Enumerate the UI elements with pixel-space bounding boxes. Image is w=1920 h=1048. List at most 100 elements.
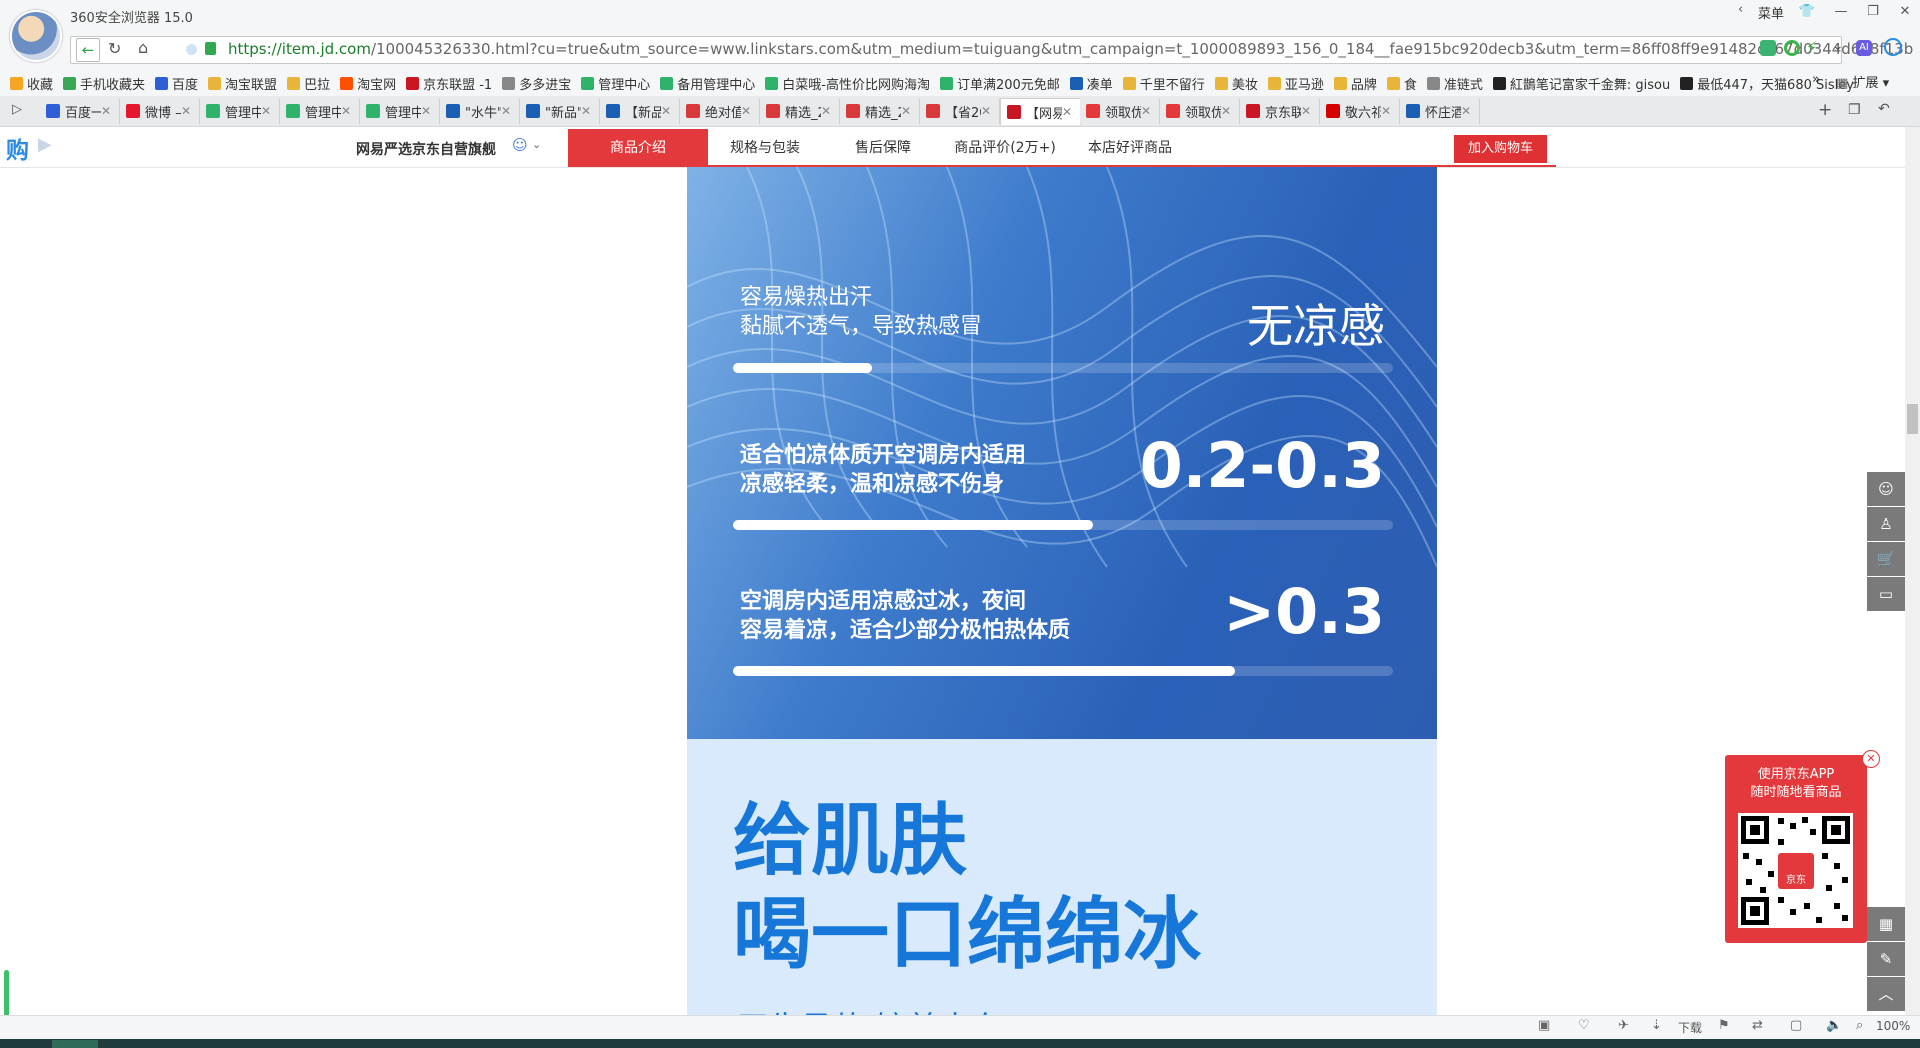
tab-close-icon[interactable]: ✕ [1141, 104, 1155, 118]
sidebar-user-button[interactable]: ♙ [1867, 507, 1905, 541]
shop-dropdown-icon[interactable]: ⌄ [532, 138, 541, 151]
ai-icon[interactable]: AI [1856, 40, 1872, 56]
bookmark-item[interactable]: 订单满200元免邮 [939, 74, 1060, 93]
bookmark-item[interactable]: 亚马逊 [1267, 74, 1324, 93]
bookmark-item[interactable]: 收藏 [10, 74, 53, 93]
download-icon[interactable]: ⇣ [1651, 1018, 1662, 1033]
speedup-icon[interactable] [1784, 40, 1800, 56]
tab-list-icon[interactable]: ▷ [12, 102, 22, 117]
restore-icon[interactable]: ❐ [1860, 2, 1886, 22]
scrollbar-thumb[interactable] [1907, 404, 1918, 434]
tab-close-icon[interactable]: ✕ [981, 104, 995, 118]
skin-icon[interactable]: 👕 [1794, 2, 1820, 22]
page-scrollbar[interactable] [1905, 127, 1920, 1015]
tab-close-icon[interactable]: ✕ [1062, 105, 1076, 119]
screenshot-icon[interactable]: ▣ [1538, 1018, 1550, 1033]
tab-close-icon[interactable]: ✕ [821, 104, 835, 118]
shop-name[interactable]: 网易严选京东自营旗舰 [356, 139, 496, 159]
tab[interactable]: 领取优惠✕ [1080, 98, 1160, 124]
url-text[interactable]: https://item.jd.com/100045326330.html?cu… [228, 40, 1913, 58]
address-dropdown-icon[interactable]: ⌄ [1832, 38, 1844, 54]
minimize-icon[interactable]: — [1828, 2, 1854, 22]
tab-close-icon[interactable]: ✕ [421, 104, 435, 118]
tab[interactable]: 敬六祁门✕ [1320, 98, 1400, 124]
tab-active[interactable]: 【网易严✕ [1000, 98, 1081, 125]
tab[interactable]: "新品"的✕ [520, 98, 600, 124]
home-icon[interactable]: ⌂ [138, 38, 148, 57]
close-promo-icon[interactable]: ✕ [1862, 750, 1880, 768]
tab[interactable]: 领取优惠✕ [1160, 98, 1240, 124]
bookmark-item[interactable]: 淘宝联盟 [208, 74, 277, 93]
tab-close-icon[interactable]: ✕ [101, 104, 115, 118]
tab-close-icon[interactable]: ✕ [901, 104, 915, 118]
bookmark-item[interactable]: 白菜哦-高性价比网购海淘 [765, 74, 930, 93]
heart-icon[interactable]: ♡ [1578, 1018, 1590, 1033]
share-icon[interactable]: ⇄ [1752, 1018, 1763, 1033]
sidebar-feedback-button[interactable]: ✎ [1867, 942, 1905, 976]
play-icon[interactable]: ▶ [38, 134, 52, 155]
jd-logo[interactable]: 购 [6, 131, 29, 165]
bookmark-item[interactable]: 手机收藏夹 [63, 74, 145, 93]
sidebar-qrcode-button[interactable]: ▦ [1867, 907, 1905, 941]
tab[interactable]: 百度一下✕ [40, 98, 120, 124]
tab[interactable]: 【省200✕ [920, 98, 1000, 124]
customer-service-icon[interactable]: ☺ [512, 136, 528, 154]
tab-product-intro[interactable]: 商品介绍 [568, 129, 708, 167]
tab-restore-icon[interactable]: ❐ [1848, 102, 1861, 118]
pin-icon[interactable]: ✈ [1618, 1018, 1629, 1033]
back-arrow-icon[interactable]: ← [76, 38, 100, 62]
tab[interactable]: 精选_24✕ [760, 98, 840, 124]
bookmark-item[interactable]: 紅鵲笔记富家千金舞: gisou [1492, 74, 1670, 93]
undo-close-icon[interactable]: ↶ [1878, 101, 1890, 117]
close-window-icon[interactable]: ✕ [1892, 2, 1918, 22]
tab-close-icon[interactable]: ✕ [261, 104, 275, 118]
sidebar-coupon-button[interactable]: ▭ [1867, 577, 1905, 611]
user-avatar[interactable] [10, 10, 62, 62]
bookmarks-more[interactable]: » [1812, 72, 1820, 87]
download-label[interactable]: 下载 [1678, 1019, 1702, 1036]
bookmark-item[interactable]: 美妆 [1214, 74, 1258, 93]
tab-close-icon[interactable]: ✕ [501, 104, 515, 118]
tab[interactable]: 京东联盟✕ [1240, 98, 1320, 124]
tab-close-icon[interactable]: ✕ [1301, 104, 1315, 118]
window-icon[interactable]: ▢ [1790, 1018, 1802, 1033]
refresh-icon[interactable]: ↻ [108, 39, 121, 58]
sound-icon[interactable]: 🔈 [1826, 1018, 1842, 1033]
tab[interactable]: 微博 – 随✕ [120, 98, 200, 124]
tab-close-icon[interactable]: ✕ [181, 104, 195, 118]
tab-close-icon[interactable]: ✕ [1461, 104, 1475, 118]
zoom-icon[interactable]: ⌕ [1856, 1018, 1863, 1033]
tab-top-rated[interactable]: 本店好评商品 [1055, 129, 1205, 167]
tab[interactable]: 【新品】✕ [600, 98, 680, 124]
back-to-top-button[interactable]: ︿ [1867, 977, 1905, 1011]
bookmark-item[interactable]: 凑单 [1069, 74, 1113, 93]
site-info-icon[interactable] [186, 44, 197, 55]
menu-chevron-icon[interactable]: ‹ [1738, 2, 1743, 17]
tab-close-icon[interactable]: ✕ [661, 104, 675, 118]
bookmark-item[interactable]: 最低447，天猫680 Sisley [1680, 74, 1854, 93]
tab-close-icon[interactable]: ✕ [1221, 104, 1235, 118]
tab-close-icon[interactable]: ✕ [1381, 104, 1395, 118]
bookmark-item[interactable]: 百度 [155, 74, 198, 93]
bookmark-item[interactable]: 淘宝网 [340, 74, 396, 93]
bookmark-item[interactable]: 管理中心 [581, 74, 650, 93]
bookmark-item[interactable]: 京东联盟 -1 [406, 74, 492, 93]
add-to-cart-button[interactable]: 加入购物车 [1454, 135, 1547, 163]
taskbar-active-app[interactable] [52, 1040, 98, 1048]
tab[interactable]: 管理中心✕ [280, 98, 360, 124]
edge-icon[interactable] [1884, 38, 1902, 56]
new-tab-icon[interactable]: + [1818, 100, 1832, 120]
tab-close-icon[interactable]: ✕ [581, 104, 595, 118]
bookmark-item[interactable]: 多多进宝 [502, 74, 571, 93]
translate-icon[interactable] [1760, 40, 1776, 56]
bookmark-item[interactable]: 巴拉 [287, 74, 330, 93]
tab[interactable]: 怀庄酒5✕ [1400, 98, 1480, 124]
extensions-button[interactable]: ▦ 扩展 ▾ [1836, 72, 1889, 91]
sidebar-message-button[interactable]: ☺ [1867, 472, 1905, 506]
bookmark-item[interactable]: 准链式 [1426, 74, 1483, 93]
menu-button[interactable]: 菜单 [1758, 3, 1784, 22]
tab[interactable]: 管理中心✕ [360, 98, 440, 124]
lightning-icon[interactable]: ⚡ [1806, 38, 1817, 57]
bookmark-item[interactable]: 品牌 [1333, 74, 1377, 93]
tab[interactable]: 精选_24✕ [840, 98, 920, 124]
